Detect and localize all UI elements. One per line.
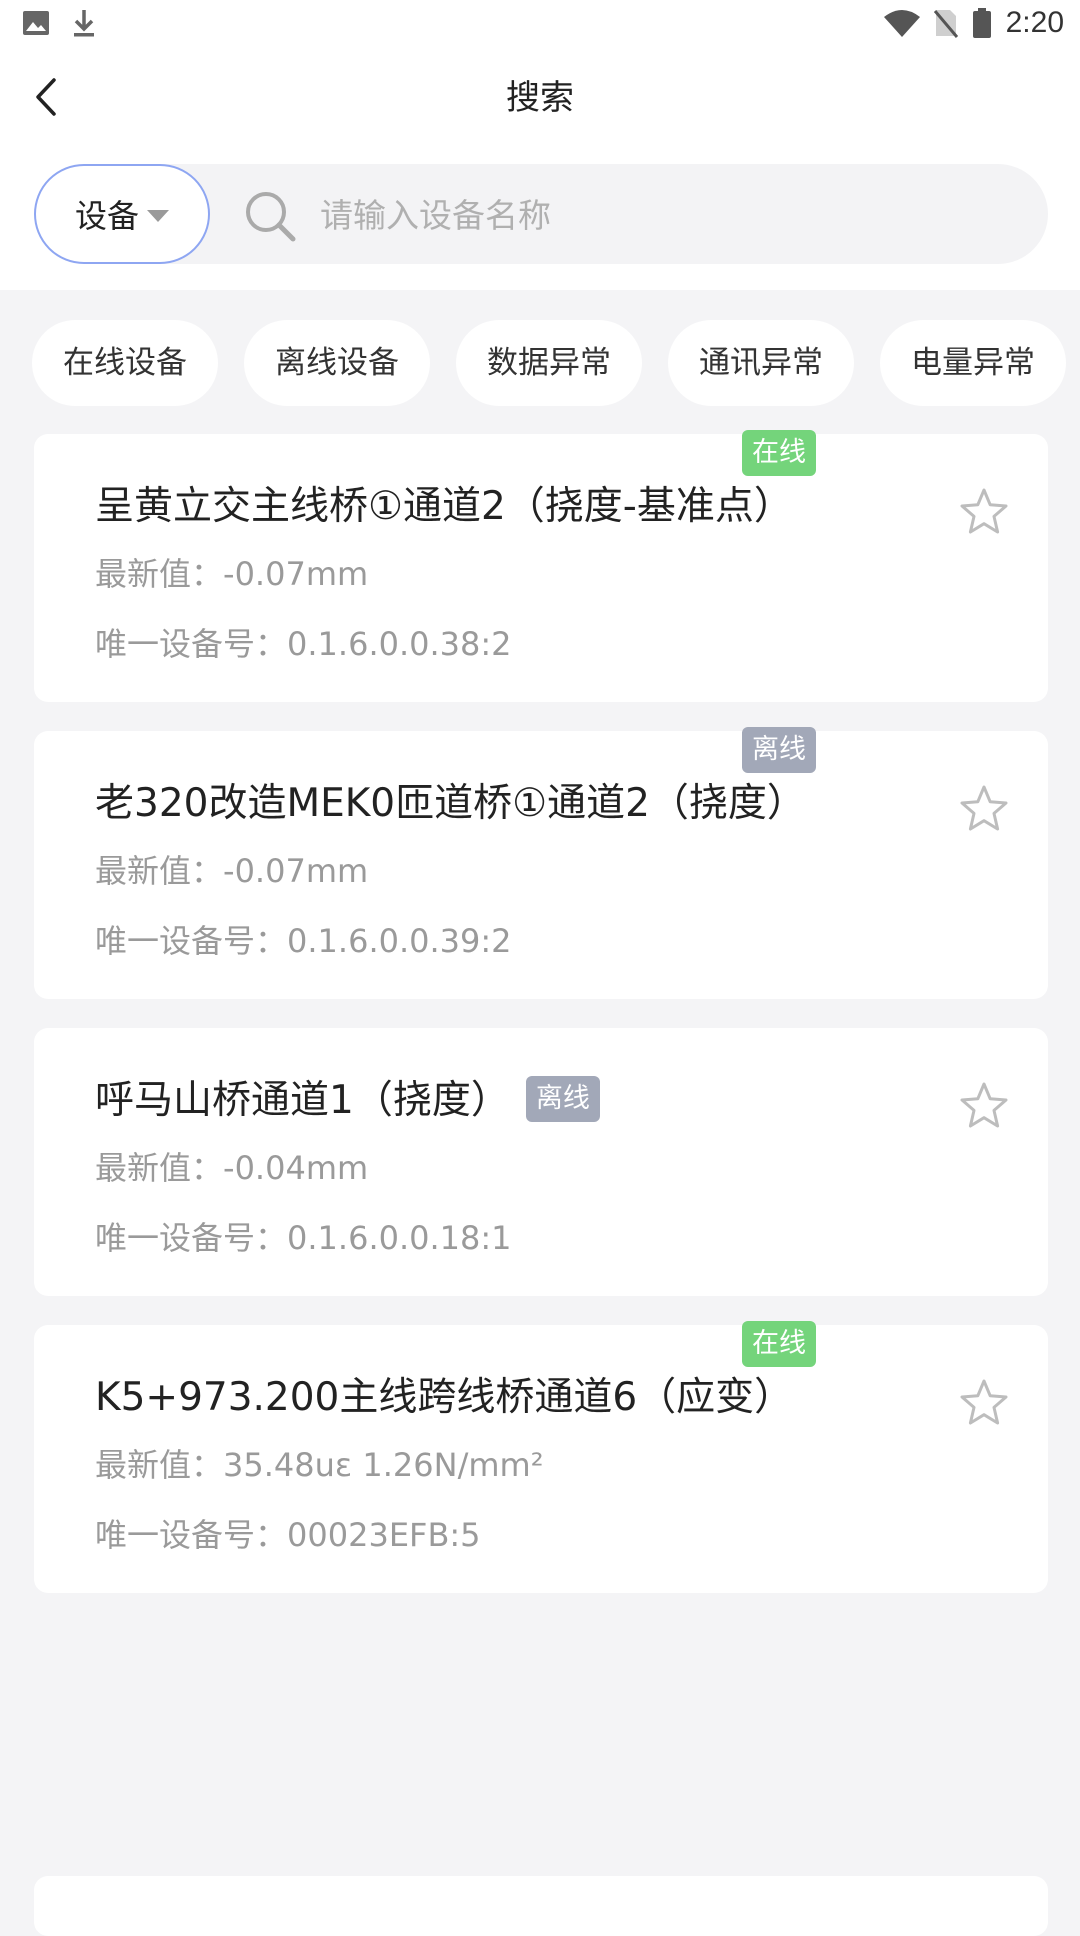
device-list: 在线 呈黄立交主线桥①通道2（挠度-基准点） 最新值：-0.07mm 唯一设备号… bbox=[34, 430, 1048, 1622]
status-bar: 2:20 bbox=[0, 0, 1080, 50]
status-badge: 在线 bbox=[742, 430, 816, 476]
device-uid-label: 唯一设备号： bbox=[95, 1516, 288, 1554]
device-uid-label: 唯一设备号： bbox=[95, 625, 288, 663]
device-card[interactable]: 呼马山桥通道1（挠度） 离线 最新值：-0.04mm 唯一设备号：0.1.6.0.… bbox=[34, 1028, 1048, 1296]
latest-value: -0.04mm bbox=[223, 1149, 369, 1187]
latest-value: -0.07mm bbox=[223, 852, 369, 890]
filter-chip-data-abnormal[interactable]: 数据异常 bbox=[456, 320, 642, 406]
header: 搜索 设备 bbox=[0, 50, 1080, 290]
search-input[interactable] bbox=[318, 184, 1022, 246]
device-name: 呈黄立交主线桥①通道2（挠度-基准点） bbox=[95, 484, 793, 529]
device-uid-label: 唯一设备号： bbox=[95, 1219, 288, 1257]
device-card-partial[interactable] bbox=[34, 1876, 1048, 1936]
search-bar: 设备 bbox=[34, 164, 1048, 264]
device-name: 老320改造MEK0匝道桥①通道2（挠度） bbox=[95, 781, 806, 826]
device-uid: 0.1.6.0.0.18:1 bbox=[287, 1219, 512, 1257]
star-icon[interactable] bbox=[958, 1080, 1010, 1132]
device-card[interactable]: 离线 老320改造MEK0匝道桥①通道2（挠度） 最新值：-0.07mm 唯一设… bbox=[34, 727, 1048, 999]
device-name-line: 离线 老320改造MEK0匝道桥①通道2（挠度） bbox=[95, 727, 848, 835]
image-icon bbox=[23, 11, 49, 35]
star-icon[interactable] bbox=[958, 486, 1010, 538]
status-badge: 离线 bbox=[525, 1075, 600, 1122]
device-name-line: 在线 呈黄立交主线桥①通道2（挠度-基准点） bbox=[95, 430, 848, 538]
wifi-icon bbox=[883, 10, 920, 37]
search-type-label: 设备 bbox=[74, 197, 139, 235]
star-icon[interactable] bbox=[958, 783, 1010, 835]
device-uid-row: 唯一设备号：00023EFB:5 bbox=[95, 1513, 848, 1557]
filter-chip-row[interactable]: 在线设备 离线设备 数据异常 通讯异常 电量异常 bbox=[32, 320, 1066, 406]
status-badge: 在线 bbox=[742, 1321, 816, 1367]
device-uid-row: 唯一设备号：0.1.6.0.0.38:2 bbox=[95, 622, 848, 666]
latest-value-row: 最新值：-0.07mm bbox=[95, 552, 848, 596]
status-badge: 离线 bbox=[742, 727, 816, 773]
latest-value: -0.07mm bbox=[223, 555, 369, 593]
device-uid-label: 唯一设备号： bbox=[95, 922, 288, 960]
device-card[interactable]: 在线 呈黄立交主线桥①通道2（挠度-基准点） 最新值：-0.07mm 唯一设备号… bbox=[34, 430, 1048, 702]
search-icon bbox=[246, 192, 296, 242]
download-icon bbox=[74, 10, 94, 37]
latest-value-row: 最新值：-0.04mm bbox=[95, 1146, 848, 1190]
device-name-line: 呼马山桥通道1（挠度） 离线 bbox=[95, 1070, 848, 1132]
battery-icon bbox=[972, 8, 991, 38]
latest-value-label: 最新值： bbox=[95, 555, 224, 593]
device-name: 呼马山桥通道1（挠度） bbox=[95, 1078, 510, 1123]
device-uid-row: 唯一设备号：0.1.6.0.0.18:1 bbox=[95, 1216, 848, 1260]
device-name-line: 在线 K5+973.200主线跨线桥通道6（应变） bbox=[95, 1321, 848, 1429]
page-title: 搜索 bbox=[506, 78, 574, 118]
filter-chip-comm-abnormal[interactable]: 通讯异常 bbox=[668, 320, 854, 406]
latest-value: 35.48uε 1.26N/mm² bbox=[223, 1446, 544, 1484]
device-card[interactable]: 在线 K5+973.200主线跨线桥通道6（应变） 最新值：35.48uε 1.… bbox=[34, 1321, 1048, 1593]
filter-chip-offline[interactable]: 离线设备 bbox=[244, 320, 430, 406]
device-uid: 0.1.6.0.0.39:2 bbox=[287, 922, 512, 960]
device-uid-row: 唯一设备号：0.1.6.0.0.39:2 bbox=[95, 919, 848, 963]
latest-value-label: 最新值： bbox=[95, 852, 224, 890]
star-icon[interactable] bbox=[958, 1377, 1010, 1429]
filter-chip-battery-abnormal[interactable]: 电量异常 bbox=[880, 320, 1066, 406]
no-sim-icon bbox=[933, 10, 958, 38]
latest-value-row: 最新值：-0.07mm bbox=[95, 849, 848, 893]
search-type-dropdown[interactable]: 设备 bbox=[34, 164, 210, 264]
status-time: 2:20 bbox=[1005, 6, 1064, 39]
device-uid: 00023EFB:5 bbox=[287, 1516, 481, 1554]
filter-chip-online[interactable]: 在线设备 bbox=[32, 320, 218, 406]
latest-value-label: 最新值： bbox=[95, 1149, 224, 1187]
latest-value-label: 最新值： bbox=[95, 1446, 224, 1484]
latest-value-row: 最新值：35.48uε 1.26N/mm² bbox=[95, 1443, 848, 1487]
device-uid: 0.1.6.0.0.38:2 bbox=[287, 625, 512, 663]
caret-down-icon bbox=[147, 210, 169, 222]
device-name: K5+973.200主线跨线桥通道6（应变） bbox=[95, 1375, 794, 1420]
